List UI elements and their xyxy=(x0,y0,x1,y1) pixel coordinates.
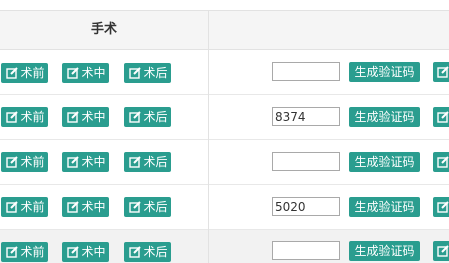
edit-button[interactable] xyxy=(433,107,449,127)
pre-op-button[interactable]: 术前 xyxy=(1,152,48,172)
pre-op-button[interactable]: 术前 xyxy=(1,242,48,262)
intra-op-button[interactable]: 术中 xyxy=(62,197,109,217)
edit-icon xyxy=(129,111,141,123)
verification-code-input[interactable] xyxy=(272,197,340,216)
table-row: 术前 术中 术后 生成验证码 xyxy=(0,230,449,263)
table-row: 术前 术中 术后 生成验证码 xyxy=(0,95,449,140)
pre-op-label: 术前 xyxy=(20,155,45,169)
pre-op-label: 术前 xyxy=(20,200,45,214)
post-op-label: 术后 xyxy=(143,66,168,80)
surgery-table: 手术 术前 术中 术后 生成验证码 术前 术中 术后 8374 生成验证码 术前… xyxy=(0,0,449,263)
edit-icon xyxy=(67,201,79,213)
pre-op-label: 术前 xyxy=(20,110,45,124)
generate-code-button[interactable]: 生成验证码 xyxy=(349,197,420,217)
intra-op-button[interactable]: 术中 xyxy=(62,63,109,83)
table-header: 手术 xyxy=(0,10,449,50)
edit-icon xyxy=(6,201,18,213)
pre-op-label: 术前 xyxy=(20,66,45,80)
generate-code-button[interactable]: 生成验证码 xyxy=(349,62,420,82)
edit-icon xyxy=(437,111,449,123)
edit-icon xyxy=(129,246,141,258)
post-op-button[interactable]: 术后 xyxy=(124,152,171,172)
edit-icon xyxy=(437,66,449,78)
edit-button[interactable] xyxy=(433,241,449,261)
intra-op-button[interactable]: 术中 xyxy=(62,152,109,172)
edit-button[interactable] xyxy=(433,62,449,82)
intra-op-button[interactable]: 术中 xyxy=(62,242,109,262)
edit-icon xyxy=(6,67,18,79)
post-op-button[interactable]: 术后 xyxy=(124,107,171,127)
generate-code-button[interactable]: 生成验证码 xyxy=(349,107,420,127)
edit-icon xyxy=(6,111,18,123)
verification-code-input[interactable] xyxy=(272,152,340,171)
edit-icon xyxy=(67,156,79,168)
column-divider xyxy=(208,10,209,263)
edit-icon xyxy=(67,111,79,123)
intra-op-label: 术中 xyxy=(81,200,106,214)
edit-icon xyxy=(437,245,449,257)
edit-icon xyxy=(67,67,79,79)
edit-icon xyxy=(129,201,141,213)
verification-code-input[interactable] xyxy=(272,107,340,126)
post-op-button[interactable]: 术后 xyxy=(124,242,171,262)
edit-button[interactable] xyxy=(433,197,449,217)
pre-op-button[interactable]: 术前 xyxy=(1,107,48,127)
pre-op-button[interactable]: 术前 xyxy=(1,197,48,217)
edit-icon xyxy=(6,156,18,168)
edit-icon xyxy=(437,156,449,168)
pre-op-button[interactable]: 术前 xyxy=(1,63,48,83)
edit-button[interactable] xyxy=(433,152,449,172)
post-op-label: 术后 xyxy=(143,200,168,214)
surgery-column-header: 手术 xyxy=(90,22,117,37)
generate-code-button[interactable]: 生成验证码 xyxy=(349,241,420,261)
edit-icon xyxy=(6,246,18,258)
pre-op-label: 术前 xyxy=(20,245,45,259)
table-row: 术前 术中 术后 生成验证码 xyxy=(0,140,449,185)
intra-op-label: 术中 xyxy=(81,245,106,259)
intra-op-label: 术中 xyxy=(81,155,106,169)
edit-icon xyxy=(129,156,141,168)
post-op-label: 术后 xyxy=(143,245,168,259)
post-op-label: 术后 xyxy=(143,155,168,169)
table-row: 术前 术中 术后 生成验证码 xyxy=(0,185,449,230)
generate-code-button[interactable]: 生成验证码 xyxy=(349,152,420,172)
edit-icon xyxy=(129,67,141,79)
verification-code-input[interactable] xyxy=(272,62,340,81)
table-row: 术前 术中 术后 生成验证码 xyxy=(0,50,449,95)
intra-op-label: 术中 xyxy=(81,110,106,124)
post-op-button[interactable]: 术后 xyxy=(124,197,171,217)
verification-code-input[interactable] xyxy=(272,241,340,260)
intra-op-label: 术中 xyxy=(81,66,106,80)
post-op-label: 术后 xyxy=(143,110,168,124)
edit-icon xyxy=(67,246,79,258)
edit-icon xyxy=(437,201,449,213)
intra-op-button[interactable]: 术中 xyxy=(62,107,109,127)
post-op-button[interactable]: 术后 xyxy=(124,63,171,83)
